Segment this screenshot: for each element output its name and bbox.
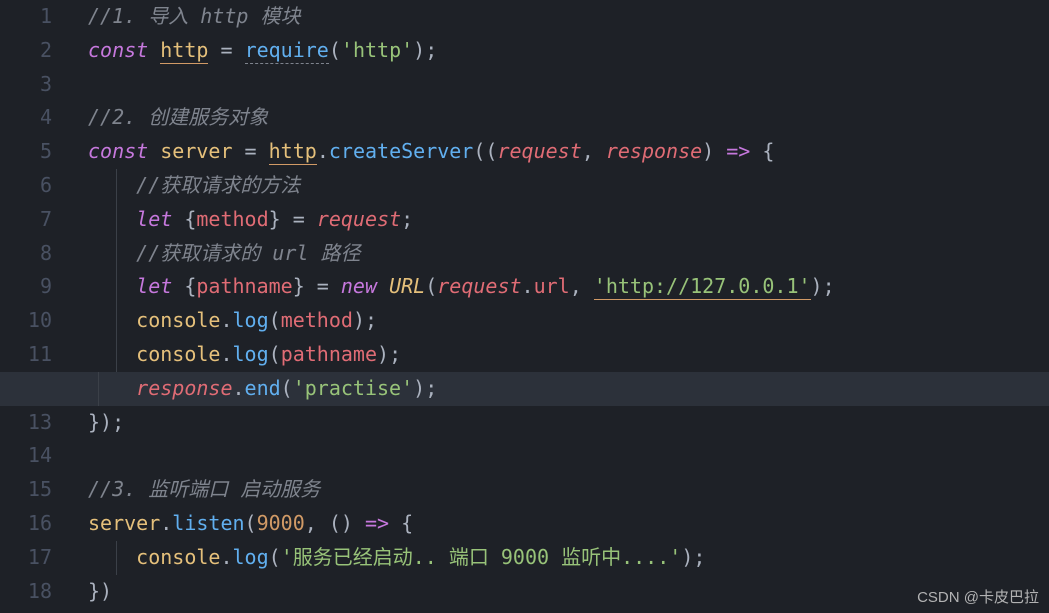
code-line[interactable]: //2. 创建服务对象 [88,101,1049,135]
line-number: 1 [0,0,70,34]
line-number: 17 [0,541,70,575]
code-line[interactable]: console.log(pathname); [88,338,1049,372]
indent-guide [98,372,99,406]
indent-guide [116,203,117,237]
line-number: 5 [0,135,70,169]
indent-guide [116,237,117,271]
code-line[interactable]: }); [88,406,1049,440]
line-number: 14 [0,439,70,473]
line-number: 2 [0,34,70,68]
code-line[interactable]: //3. 监听端口 启动服务 [88,473,1049,507]
line-number: 8 [0,237,70,271]
line-number: 13 [0,406,70,440]
code-line-active[interactable]: response.end('practise'); [70,372,1049,406]
indent-guide [116,338,117,372]
code-line[interactable]: server.listen(9000, () => { [88,507,1049,541]
code-line[interactable]: console.log('服务已经启动.. 端口 9000 监听中....'); [88,541,1049,575]
line-number: 4 [0,101,70,135]
code-line[interactable]: let {method} = request; [88,203,1049,237]
code-editor[interactable]: 1 2 3 4 5 6 7 8 9 10 11 12 13 14 15 16 1… [0,0,1049,613]
line-number: 9 [0,270,70,304]
code-line[interactable]: }) [88,575,1049,609]
line-number: 18 [0,575,70,609]
line-number: 3 [0,68,70,102]
line-number: 15 [0,473,70,507]
watermark-text: CSDN @卡皮巴拉 [917,586,1039,607]
line-number: 6 [0,169,70,203]
indent-guide [116,169,117,203]
line-number: 11 [0,338,70,372]
code-line[interactable] [88,439,1049,473]
line-number: 10 [0,304,70,338]
line-number: 7 [0,203,70,237]
code-line[interactable]: const http = require('http'); [88,34,1049,68]
indent-guide [116,541,117,575]
code-line[interactable]: const server = http.createServer((reques… [88,135,1049,169]
code-line[interactable]: //获取请求的方法 [88,169,1049,203]
code-line[interactable]: //1. 导入 http 模块 [88,0,1049,34]
code-line[interactable]: console.log(method); [88,304,1049,338]
code-area[interactable]: //1. 导入 http 模块 const http = require('ht… [70,0,1049,613]
code-line[interactable] [88,68,1049,102]
indent-guide [116,304,117,338]
code-line[interactable]: let {pathname} = new URL(request.url, 'h… [88,270,1049,304]
indent-guide [116,270,117,304]
line-number: 16 [0,507,70,541]
line-number-gutter: 1 2 3 4 5 6 7 8 9 10 11 12 13 14 15 16 1… [0,0,70,613]
code-line[interactable]: //获取请求的 url 路径 [88,237,1049,271]
